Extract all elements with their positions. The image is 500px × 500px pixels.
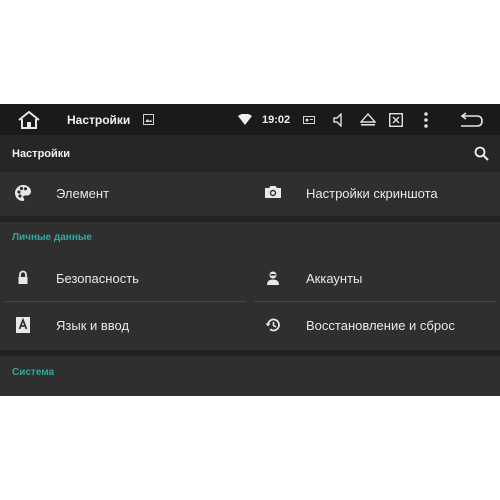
settings-item-element[interactable]: Элемент bbox=[0, 172, 250, 214]
settings-item-accounts[interactable]: Аккаунты bbox=[250, 257, 500, 299]
settings-screen: Настройки 19:02 Настройки Элемент Настро… bbox=[0, 104, 500, 396]
section-header-system: Система bbox=[12, 367, 55, 378]
wifi-icon bbox=[238, 104, 252, 135]
settings-item-label: Безопасность bbox=[56, 270, 139, 286]
close-window-icon[interactable] bbox=[389, 104, 403, 135]
divider bbox=[4, 301, 246, 302]
account-icon bbox=[264, 269, 282, 287]
radio-icon[interactable] bbox=[303, 104, 315, 135]
divider bbox=[254, 301, 496, 302]
volume-icon[interactable] bbox=[333, 104, 345, 135]
page-title: Настройки bbox=[12, 147, 71, 160]
action-bar: Настройки bbox=[0, 135, 500, 172]
device-section: Элемент Настройки скриншота bbox=[0, 172, 500, 216]
image-notification-icon bbox=[143, 104, 154, 135]
keyboard-letter-icon bbox=[14, 316, 32, 334]
settings-item-screenshot[interactable]: Настройки скриншота bbox=[250, 172, 500, 214]
statusbar-title: Настройки bbox=[67, 112, 131, 127]
settings-item-label: Аккаунты bbox=[306, 270, 363, 286]
settings-item-label: Элемент bbox=[56, 185, 110, 201]
settings-item-label: Настройки скриншота bbox=[306, 185, 438, 201]
settings-item-security[interactable]: Безопасность bbox=[0, 257, 250, 299]
settings-item-language[interactable]: Язык и ввод bbox=[0, 304, 250, 346]
restore-icon bbox=[264, 316, 282, 334]
camera-icon bbox=[264, 184, 282, 202]
more-icon[interactable] bbox=[424, 104, 428, 135]
status-bar: Настройки 19:02 bbox=[0, 104, 500, 135]
lock-icon bbox=[14, 269, 32, 287]
back-icon[interactable] bbox=[458, 104, 484, 135]
personal-section: Личные данные Безопасность Аккаунты Язык… bbox=[0, 222, 500, 350]
section-header-personal: Личные данные bbox=[12, 232, 92, 243]
eject-icon[interactable] bbox=[360, 104, 376, 135]
clock: 19:02 bbox=[262, 113, 291, 126]
settings-item-label: Восстановление и сброс bbox=[306, 317, 455, 333]
settings-item-backup[interactable]: Восстановление и сброс bbox=[250, 304, 500, 346]
palette-icon bbox=[14, 184, 32, 202]
home-icon[interactable] bbox=[16, 104, 42, 135]
system-section: Система bbox=[0, 356, 500, 396]
search-icon[interactable] bbox=[474, 146, 489, 161]
settings-item-label: Язык и ввод bbox=[56, 317, 130, 333]
